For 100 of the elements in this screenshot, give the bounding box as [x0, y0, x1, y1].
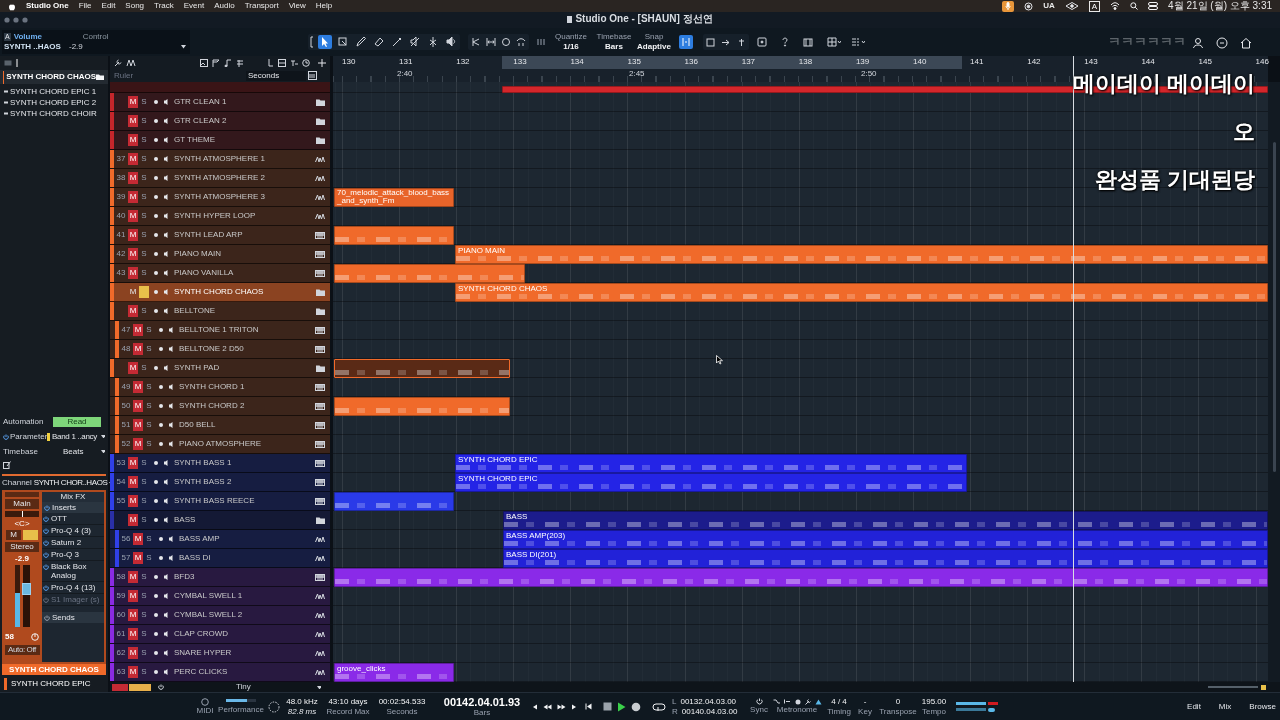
dice-icon[interactable]	[757, 37, 767, 47]
menu-item[interactable]: Transport	[244, 1, 279, 11]
clip[interactable]: BASS AMP(203)	[503, 530, 1268, 549]
rewind-icon[interactable]	[543, 703, 552, 710]
track-name[interactable]: SYNTH BASS 2	[174, 476, 315, 488]
track-name[interactable]: PIANO MAIN	[174, 248, 315, 260]
wifi-icon[interactable]	[1110, 2, 1121, 10]
play-icon[interactable]	[617, 701, 626, 712]
mute-button[interactable]: M	[6, 530, 21, 540]
solo-button[interactable]: S	[139, 248, 149, 260]
track-header[interactable]: 61 M S CLAP CROWD	[110, 625, 330, 644]
ruler-format-selector[interactable]: Seconds	[246, 70, 306, 81]
track-name[interactable]: PERC CLICKS	[174, 666, 315, 678]
track-name[interactable]: SYNTH LEAD ARP	[174, 229, 315, 241]
mute-button[interactable]: M	[128, 191, 138, 203]
app-menu[interactable]: Studio One	[26, 1, 69, 11]
clip[interactable]: BASS	[503, 511, 1268, 530]
solo-button[interactable]: S	[139, 362, 149, 374]
power-icon[interactable]	[43, 528, 49, 534]
loop-right-value[interactable]: 00140.04.03.00	[681, 706, 738, 717]
track-header[interactable]: 63 M S PERC CLICKS	[110, 663, 330, 682]
track-name[interactable]: SYNTH PAD	[174, 362, 316, 374]
track-name[interactable]: BASS	[174, 514, 316, 526]
pan-slider[interactable]	[5, 511, 39, 517]
vertical-scrollbar[interactable]	[1268, 82, 1280, 682]
track-header[interactable]: M SYNTH CHORD CHAOS	[110, 283, 330, 302]
track-name[interactable]: BFD3	[174, 571, 315, 583]
insert-slot[interactable]: Pro-Q 4 (3)	[51, 526, 91, 535]
track-name[interactable]: CYMBAL SWELL 1	[174, 590, 315, 602]
track-name[interactable]: GT THEME	[174, 134, 316, 146]
control-center-icon[interactable]	[1148, 2, 1159, 10]
child-track-name[interactable]: SYNTH CHORD CHOIR	[10, 107, 97, 120]
track-name[interactable]: SYNTH HYPER LOOP	[174, 210, 315, 222]
child-track-name[interactable]: SYNTH CHORD EPIC 1	[10, 85, 97, 98]
zoom-fit-icon[interactable]	[1261, 684, 1266, 690]
solo-button[interactable]: S	[139, 191, 149, 203]
mute-button[interactable]: M	[128, 96, 138, 108]
mute-button[interactable]: M	[128, 153, 138, 165]
track-header[interactable]: 50 M S SYNTH CHORD 2	[110, 397, 330, 416]
track-name[interactable]: SYNTH CHORD CHAOS	[174, 286, 316, 298]
track-name[interactable]: SYNTH CHORD 1	[179, 381, 315, 393]
insert-slot[interactable]: Pro-Q 4 (13)	[51, 583, 96, 592]
eraser-tool-button[interactable]	[372, 35, 386, 49]
solo-button[interactable]: S	[139, 628, 149, 640]
track-name[interactable]: SYNTH BASS 1	[174, 457, 315, 469]
solo-button[interactable]: S	[139, 172, 149, 184]
close-icon[interactable]	[4, 17, 10, 23]
diamond-icon[interactable]	[1064, 2, 1079, 10]
dropdown-caret-icon[interactable]	[181, 45, 186, 49]
track-header[interactable]: M S SYNTH PAD	[110, 359, 330, 378]
mute-tool-button[interactable]	[408, 35, 422, 49]
track-header[interactable]: M S GTR CLEAN 2	[110, 112, 330, 131]
ruler-toggle-icon[interactable]	[308, 71, 317, 80]
track-header[interactable]: 53 M S SYNTH BASS 1	[110, 454, 330, 473]
track-header[interactable]: 48 M S BELLTONE 2 D50	[110, 340, 330, 359]
mute-button[interactable]: M	[133, 400, 143, 412]
mute-button[interactable]: M	[128, 267, 138, 279]
solo-button[interactable]: S	[144, 400, 154, 412]
solo-button[interactable]: S	[139, 647, 149, 659]
mute-button[interactable]: M	[133, 419, 143, 431]
meter-toggle[interactable]	[988, 707, 995, 712]
track-header[interactable]: 60 M S CYMBAL SWELL 2	[110, 606, 330, 625]
apple-icon[interactable]	[8, 1, 16, 11]
status-text[interactable]: UA	[1043, 1, 1055, 11]
clip[interactable]: BASS DI(201)	[503, 549, 1268, 568]
mute-button[interactable]: M	[128, 172, 138, 184]
page-button[interactable]: Mix	[1218, 700, 1232, 713]
track-name[interactable]: CYMBAL SWELL 2	[174, 609, 315, 621]
account-circle-icon[interactable]	[1216, 37, 1228, 49]
solo-button[interactable]: S	[139, 305, 149, 317]
mute-button[interactable]: M	[128, 628, 138, 640]
track-header[interactable]: M S GTR CLEAN 1	[110, 93, 330, 112]
track-name[interactable]: SYNTH BASS REECE	[174, 495, 315, 507]
mute-button[interactable]: M	[128, 666, 138, 678]
mute-button[interactable]: M	[128, 571, 138, 583]
track-name[interactable]: GTR CLEAN 1	[174, 96, 316, 108]
track-header[interactable]: 37 M S SYNTH ATMOSPHERE 1	[110, 150, 330, 169]
wrench-icon[interactable]	[114, 58, 122, 67]
paint-tool-button[interactable]	[390, 35, 404, 49]
mute-button[interactable]: M	[128, 514, 138, 526]
solo-button[interactable]: S	[139, 514, 149, 526]
automation-mode-button[interactable]: Read	[53, 416, 101, 427]
record-icon[interactable]	[631, 701, 641, 712]
track-name[interactable]: D50 BELL	[179, 419, 315, 431]
solo-button[interactable]: S	[139, 210, 149, 222]
microphone-status-icon[interactable]	[1002, 0, 1015, 12]
mute-button[interactable]: M	[128, 609, 138, 621]
track-header[interactable]: 57 M S BASS DI	[110, 549, 330, 568]
scrollbar-thumb[interactable]	[1272, 142, 1276, 472]
track-header[interactable]: 62 M S SNARE HYPER	[110, 644, 330, 663]
track-name[interactable]: BASS AMP	[179, 533, 315, 545]
track-header[interactable]: 43 M S PIANO VANILLA	[110, 264, 330, 283]
mute-button[interactable]: M	[128, 495, 138, 507]
clip[interactable]: groove_clicks	[334, 663, 454, 682]
solo-button[interactable]: S	[144, 438, 154, 450]
mute-button[interactable]: M	[128, 134, 138, 146]
solo-button[interactable]: S	[139, 115, 149, 127]
track-header[interactable]: 59 M S CYMBAL SWELL 1	[110, 587, 330, 606]
track-name[interactable]: BASS DI	[179, 552, 315, 564]
listen-tool-button[interactable]	[444, 35, 458, 49]
